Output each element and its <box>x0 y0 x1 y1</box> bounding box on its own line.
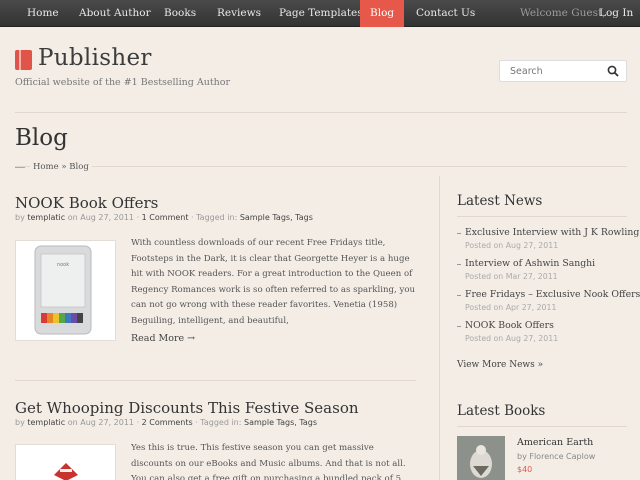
news-title-link[interactable]: Interview of Ashwin Sanghi <box>465 258 595 269</box>
top-navigation: Home About Author Books Reviews Page Tem… <box>0 0 640 27</box>
post-comments-link[interactable]: 1 Comment <box>142 213 189 222</box>
nav-books[interactable]: Books <box>164 0 196 27</box>
read-more-link[interactable]: Read More → <box>131 333 195 344</box>
post-tag-link[interactable]: Tags <box>299 418 317 427</box>
post-tag-link[interactable]: Sample Tags <box>244 418 294 427</box>
post-divider <box>15 380 416 381</box>
ereader-image: nook <box>34 245 92 335</box>
breadcrumb-current: Blog <box>69 162 89 172</box>
post-title[interactable]: NOOK Book Offers <box>15 194 158 212</box>
sidebar-divider <box>439 176 440 480</box>
header-divider <box>15 112 627 113</box>
latest-books-title: Latest Books <box>457 403 546 419</box>
nav-reviews[interactable]: Reviews <box>217 0 261 27</box>
tagged-label: · Tagged in: <box>195 418 242 427</box>
news-date: Posted on Aug 27, 2011 <box>465 334 559 343</box>
login-link[interactable]: Log In <box>599 0 633 27</box>
tagged-label: · Tagged in: <box>191 213 238 222</box>
nav-about-author[interactable]: About Author <box>79 0 151 27</box>
post-meta: by templatic on Aug 27, 2011 · 1 Comment… <box>15 213 313 222</box>
post-tag-link[interactable]: Sample Tags <box>240 213 290 222</box>
post-title[interactable]: Get Whooping Discounts This Festive Seas… <box>15 399 359 417</box>
news-title-link[interactable]: Exclusive Interview with J K Rowling <box>465 227 639 238</box>
svg-text:nook: nook <box>57 262 69 268</box>
news-title-link[interactable]: NOOK Book Offers <box>465 320 554 331</box>
search-icon[interactable] <box>607 65 619 77</box>
post-thumbnail[interactable] <box>15 444 116 480</box>
site-title[interactable]: Publisher <box>38 45 152 71</box>
nav-contact-us[interactable]: Contact Us <box>416 0 475 27</box>
tag-separator: , <box>294 418 297 427</box>
nav-blog[interactable]: Blog <box>360 0 405 27</box>
post-author-link[interactable]: templatic <box>27 213 65 222</box>
meta-separator: · <box>136 418 140 427</box>
post-comments-link[interactable]: 2 Comments <box>142 418 193 427</box>
search-box <box>499 60 627 82</box>
bullet-dash <box>457 264 461 265</box>
news-date: Posted on Apr 27, 2011 <box>465 303 557 312</box>
view-more-news-link[interactable]: View More News » <box>457 360 543 370</box>
nav-page-templates[interactable]: Page Templates <box>279 0 363 27</box>
post-author-link[interactable]: templatic <box>27 418 65 427</box>
search-input[interactable] <box>500 61 600 81</box>
book-author: by Florence Caplow <box>517 452 596 461</box>
widget-divider <box>457 216 627 217</box>
post-excerpt: With countless downloads of our recent F… <box>131 238 416 326</box>
eagle-cover-image <box>457 436 505 480</box>
gift-image <box>54 463 78 480</box>
tag-separator: , <box>290 213 293 222</box>
news-date: Posted on Aug 27, 2011 <box>465 241 559 250</box>
book-cover[interactable] <box>457 436 505 480</box>
book-title-link[interactable]: American Earth <box>517 437 593 448</box>
post-date: on Aug 27, 2011 <box>67 213 135 222</box>
breadcrumb-separator: » <box>61 162 67 172</box>
widget-divider <box>457 426 627 427</box>
post-thumbnail[interactable]: nook <box>15 240 116 341</box>
welcome-text: Welcome Guest, <box>520 7 606 19</box>
meta-by: by <box>15 213 25 222</box>
bullet-dash <box>457 233 461 234</box>
breadcrumb-tick <box>15 167 25 168</box>
post-tag-link[interactable]: Tags <box>295 213 313 222</box>
latest-news-title: Latest News <box>457 193 543 209</box>
post-excerpt: Yes this is true. This festive season yo… <box>131 443 406 480</box>
post-date: on Aug 27, 2011 <box>67 418 135 427</box>
meta-by: by <box>15 418 25 427</box>
book-price: $40 <box>517 465 533 474</box>
post-meta: by templatic on Aug 27, 2011 · 2 Comment… <box>15 418 317 427</box>
meta-separator: · <box>136 213 140 222</box>
breadcrumb-home[interactable]: Home <box>33 162 59 172</box>
bullet-dash <box>457 326 461 327</box>
nav-home[interactable]: Home <box>27 0 59 27</box>
page-title: Blog <box>15 125 68 151</box>
book-logo-icon <box>15 50 32 70</box>
news-title-link[interactable]: Free Fridays – Exclusive Nook Offers <box>465 289 640 300</box>
site-tagline: Official website of the #1 Bestselling A… <box>15 77 231 88</box>
bullet-dash <box>457 295 461 296</box>
title-divider <box>15 166 627 167</box>
breadcrumb: Home » Blog <box>15 162 92 172</box>
news-date: Posted on Mar 27, 2011 <box>465 272 558 281</box>
